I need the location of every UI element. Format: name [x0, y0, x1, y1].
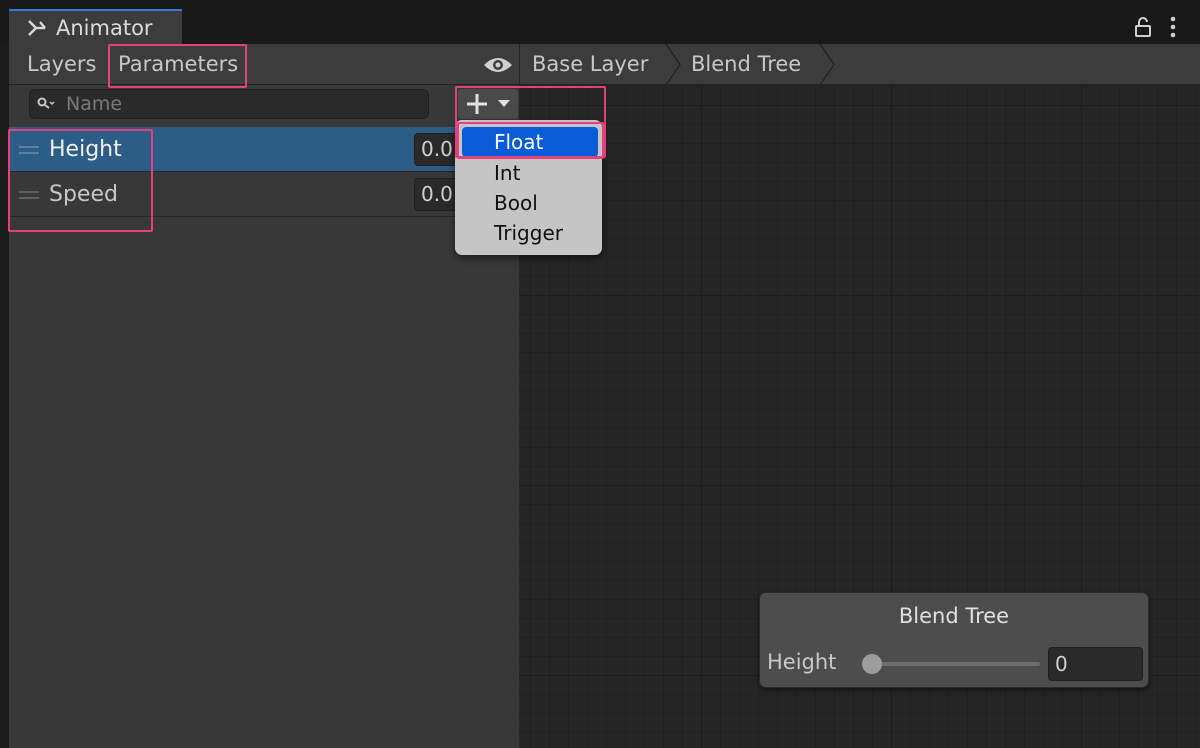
- menu-item-int[interactable]: Int: [462, 158, 602, 188]
- tab-title: Animator: [56, 15, 153, 40]
- lock-icon[interactable]: [1134, 17, 1152, 37]
- animator-icon: [28, 19, 46, 36]
- search-input[interactable]: Name: [29, 89, 429, 119]
- kebab-menu-icon[interactable]: [1167, 15, 1179, 39]
- eye-icon[interactable]: [483, 55, 513, 75]
- search-icon: [37, 97, 55, 109]
- node-parameter-label: Height: [767, 650, 837, 674]
- node-slider-track[interactable]: [866, 662, 1040, 666]
- node-slider-thumb[interactable]: [862, 654, 882, 674]
- menu-item-trigger[interactable]: Trigger: [462, 218, 602, 248]
- annotation-box: [8, 129, 153, 232]
- node-title: Blend Tree: [898, 604, 1010, 628]
- node-value-field[interactable]: 0: [1048, 647, 1143, 681]
- breadcrumb-item-blend-tree[interactable]: Blend Tree: [691, 44, 801, 85]
- breadcrumb-separator-icon: [819, 44, 835, 85]
- animator-tab[interactable]: Animator: [9, 9, 182, 44]
- breadcrumb-separator-icon: [665, 44, 681, 85]
- menu-item-bool[interactable]: Bool: [462, 188, 602, 218]
- breadcrumb-item-base-layer[interactable]: Base Layer: [532, 44, 648, 85]
- search-placeholder: Name: [66, 93, 123, 115]
- annotation-box: [108, 44, 247, 88]
- annotation-box: [457, 122, 604, 159]
- tab-layers[interactable]: Layers: [27, 44, 97, 85]
